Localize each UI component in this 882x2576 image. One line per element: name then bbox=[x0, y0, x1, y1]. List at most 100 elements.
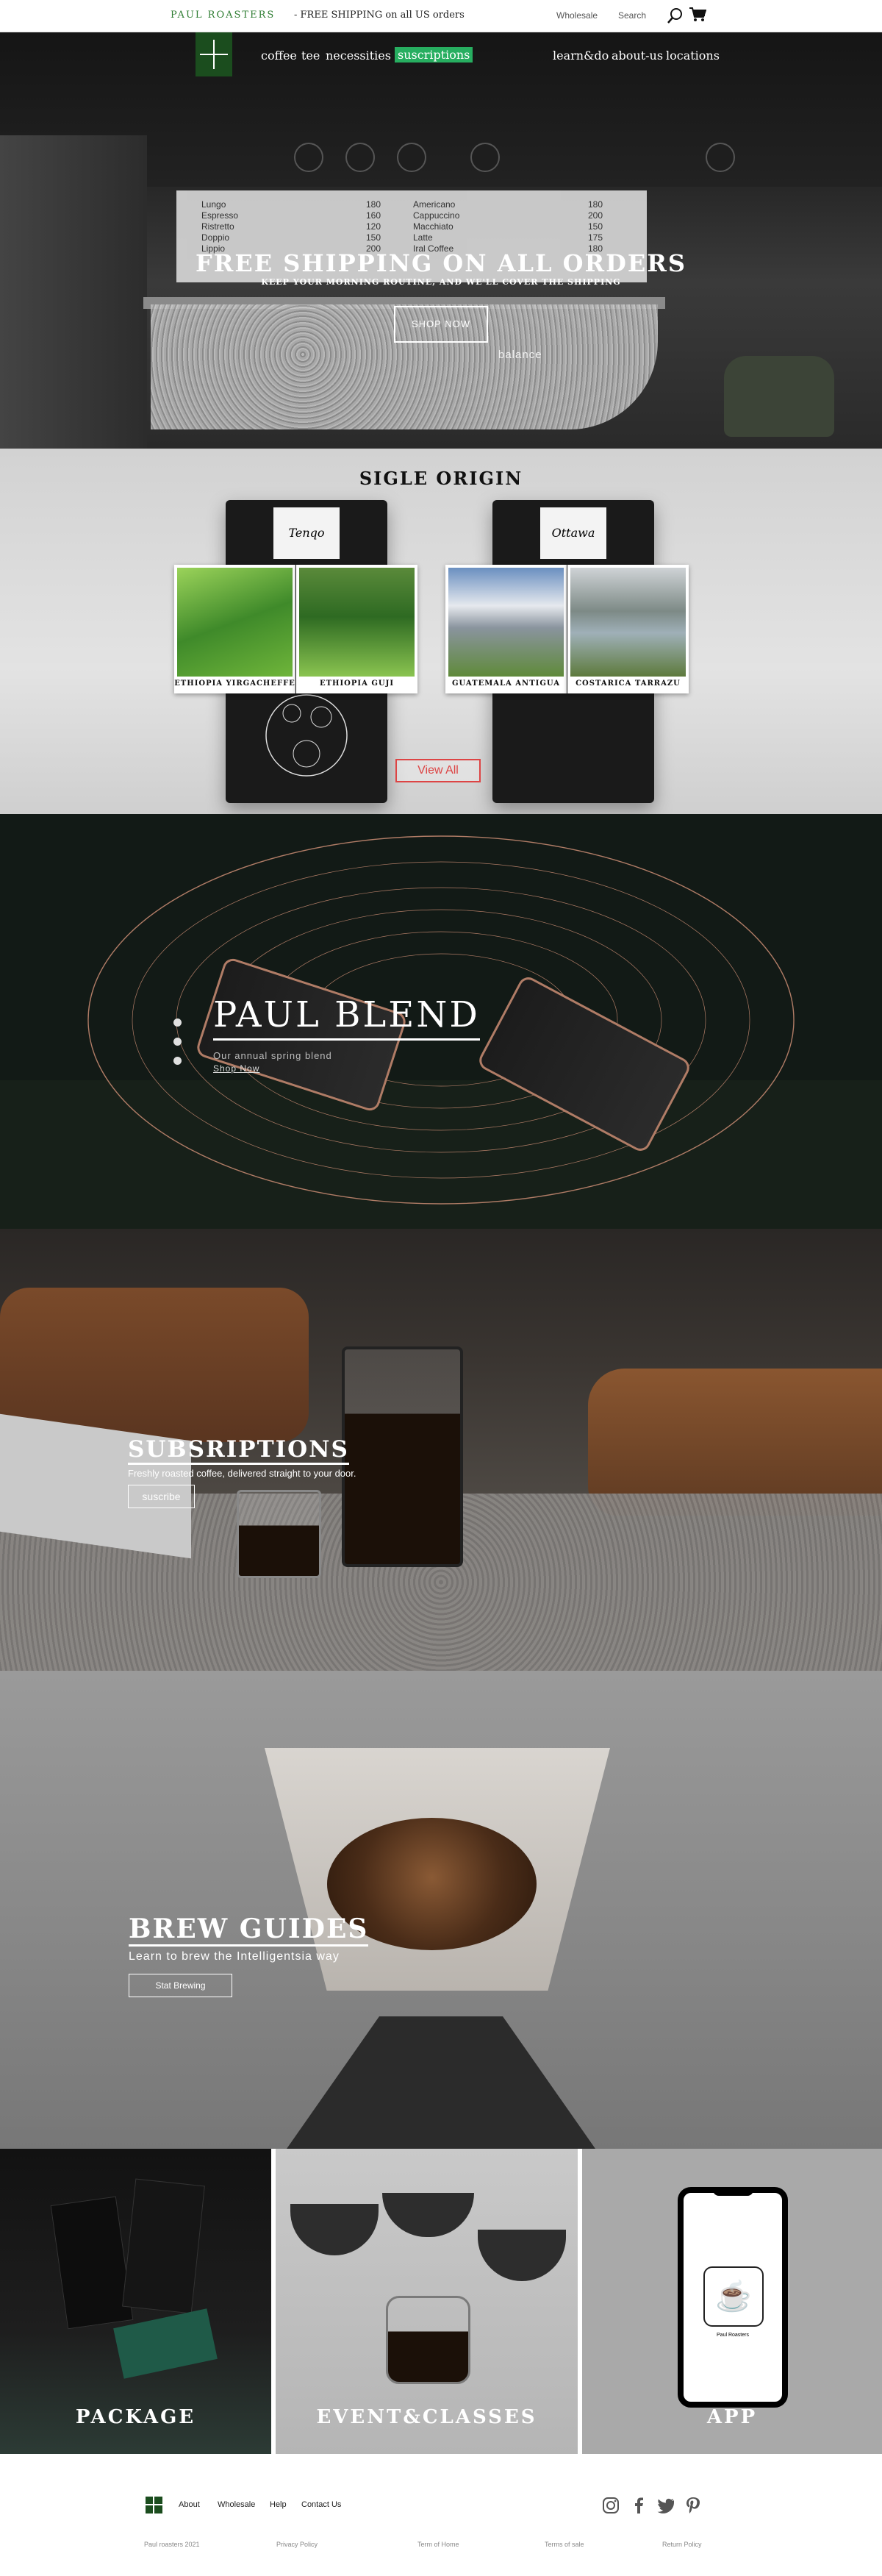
bag-illustration bbox=[265, 694, 348, 777]
origin-photo bbox=[570, 568, 686, 677]
nav-coffee[interactable]: coffee bbox=[261, 49, 297, 63]
nav-about-us[interactable]: about-us bbox=[612, 49, 663, 63]
promo-text: - FREE SHIPPING on all US orders bbox=[294, 10, 465, 21]
dripper-stand bbox=[287, 2016, 595, 2149]
pendant-lamp bbox=[397, 143, 426, 172]
nav-subscriptions[interactable]: suscriptions bbox=[395, 47, 473, 63]
pinterest-icon[interactable] bbox=[684, 2496, 703, 2515]
origin-caption: ETHIOPIA GUJI bbox=[319, 679, 394, 688]
wholesale-link[interactable]: Wholesale bbox=[556, 10, 598, 21]
origin-photo bbox=[448, 568, 564, 677]
search-link[interactable]: Search bbox=[618, 10, 646, 21]
top-bar: PAUL ROASTERS - FREE SHIPPING on all US … bbox=[0, 0, 882, 32]
leather-chair bbox=[0, 1288, 309, 1442]
origin-caption: ETHIOPIA YIRGACHEFFE bbox=[174, 679, 295, 688]
footer-link-about[interactable]: About bbox=[179, 2500, 200, 2509]
app-tile[interactable]: ☕ Paul Roasters APP bbox=[582, 2149, 882, 2454]
origin-card[interactable]: GUATEMALA ANTIGUA bbox=[445, 565, 567, 693]
armchair bbox=[724, 356, 834, 437]
app-label: APP bbox=[706, 2406, 758, 2428]
feature-tiles: PACKAGE EVENT&CLASSES ☕ Paul Roasters AP… bbox=[0, 2149, 882, 2454]
shop-now-button[interactable]: SHOP NOW bbox=[394, 306, 488, 343]
footer-copyright: Paul roasters 2021 bbox=[144, 2541, 200, 2548]
pendant-lamp bbox=[294, 143, 323, 172]
events-label: EVENT&CLASSES bbox=[316, 2406, 537, 2428]
origin-card[interactable]: ETHIOPIA YIRGACHEFFE bbox=[174, 565, 295, 693]
pendant-lamp bbox=[345, 143, 375, 172]
origin-caption: GUATEMALA ANTIGUA bbox=[451, 679, 561, 688]
subscriptions-section: SUBSRIPTIONS Freshly roasted coffee, del… bbox=[0, 1229, 882, 1671]
facebook-icon[interactable] bbox=[629, 2496, 648, 2515]
brand-name[interactable]: PAUL ROASTERS bbox=[171, 10, 275, 21]
brew-title: BREW GUIDES bbox=[129, 1913, 369, 1947]
counter-sign: balance bbox=[498, 349, 542, 361]
footer-link-wholesale[interactable]: Wholesale bbox=[218, 2500, 255, 2509]
blend-shop-link[interactable]: Shop Now bbox=[213, 1063, 259, 1074]
phone-notch bbox=[713, 2187, 753, 2196]
package-label: PACKAGE bbox=[75, 2406, 196, 2428]
origin-caption: COSTARICA TARRAZU bbox=[576, 679, 681, 688]
origin-photo bbox=[177, 568, 293, 677]
footer-link-help[interactable]: Help bbox=[270, 2500, 287, 2509]
nav-learn-do[interactable]: learn&do bbox=[553, 49, 609, 63]
blend-title: PAUL BLEND bbox=[213, 994, 480, 1041]
brew-guides-section: BREW GUIDES Learn to brew the Intelligen… bbox=[0, 1671, 882, 2149]
twitter-icon[interactable] bbox=[656, 2496, 675, 2515]
pendant-lamp bbox=[470, 143, 500, 172]
nav-tee[interactable]: tee bbox=[301, 49, 320, 63]
search-icon[interactable] bbox=[667, 7, 684, 24]
bag-label: Ottawa bbox=[540, 507, 606, 559]
package-bag bbox=[122, 2178, 205, 2314]
bag-label: Tenqo bbox=[273, 507, 340, 559]
carousel-dot[interactable] bbox=[173, 1038, 182, 1046]
subscriptions-subtitle: Freshly roasted coffee, delivered straig… bbox=[128, 1468, 356, 1479]
blend-subtitle: Our annual spring blend bbox=[213, 1050, 332, 1061]
subscriptions-title: SUBSRIPTIONS bbox=[128, 1436, 349, 1465]
events-tile[interactable]: EVENT&CLASSES bbox=[276, 2149, 578, 2454]
subscribe-button[interactable]: suscribe bbox=[128, 1485, 195, 1508]
hero-section: Lungo Espresso Ristretto Doppio Lippio 180 16… bbox=[0, 32, 882, 449]
origin-photo bbox=[299, 568, 415, 677]
carousel-dot[interactable] bbox=[173, 1057, 182, 1065]
nav-locations[interactable]: locations bbox=[666, 49, 720, 63]
phone-mockup: ☕ Paul Roasters bbox=[678, 2187, 788, 2408]
nav-necessities[interactable]: necessities bbox=[326, 49, 391, 63]
menu-col-right-prices: 180 200 150 175 180 bbox=[588, 199, 603, 254]
hero-title: FREE SHIPPING ON ALL ORDERS bbox=[196, 249, 686, 277]
footer-privacy-link[interactable]: Privacy Policy bbox=[276, 2541, 318, 2548]
pendant-lamp bbox=[706, 143, 735, 172]
package-tile[interactable]: PACKAGE bbox=[0, 2149, 271, 2454]
cart-icon[interactable] bbox=[689, 7, 706, 23]
paul-blend-section: PAUL BLEND Our annual spring blend Shop … bbox=[0, 814, 882, 1229]
footer: About Wholesale Help Contact Us Paul roa… bbox=[0, 2454, 882, 2576]
dripper-cone bbox=[382, 2193, 474, 2237]
coffee-carafe bbox=[386, 2296, 470, 2384]
coffee-glass bbox=[237, 1490, 321, 1578]
logo-icon[interactable] bbox=[196, 32, 232, 76]
instagram-icon[interactable] bbox=[601, 2496, 620, 2515]
brew-subtitle: Learn to brew the Intelligentsia way bbox=[129, 1950, 340, 1963]
footer-terms-home-link[interactable]: Term of Home bbox=[417, 2541, 459, 2548]
view-all-button[interactable]: View All bbox=[395, 759, 481, 782]
footer-logo-icon[interactable] bbox=[146, 2497, 162, 2513]
footer-return-link[interactable]: Return Policy bbox=[662, 2541, 702, 2548]
coffee-cup-icon: ☕ bbox=[703, 2266, 764, 2327]
app-name: Paul Roasters bbox=[717, 2333, 749, 2338]
french-press bbox=[342, 1346, 463, 1567]
hero-subtitle: KEEP YOUR MORNING ROUTINE, AND WE'LL COV… bbox=[261, 277, 621, 287]
carousel-dot[interactable] bbox=[173, 1018, 182, 1027]
origin-card[interactable]: ETHIOPIA GUJI bbox=[296, 565, 417, 693]
menu-col-left-prices: 180 160 120 150 200 bbox=[366, 199, 381, 254]
footer-link-contact[interactable]: Contact Us bbox=[301, 2500, 341, 2509]
package-bag bbox=[50, 2196, 134, 2330]
origin-card[interactable]: COSTARICA TARRAZU bbox=[567, 565, 689, 693]
menu-col-left: Lungo Espresso Ristretto Doppio Lippio bbox=[201, 199, 239, 254]
single-origin-section: SIGLE ORIGIN Tenqo Ottawa ETHIOPIA YIRGA… bbox=[0, 449, 882, 814]
start-brewing-button[interactable]: Stat Brewing bbox=[129, 1974, 232, 1997]
hero-window bbox=[0, 135, 147, 449]
dripper-cone bbox=[478, 2230, 566, 2281]
single-origin-heading: SIGLE ORIGIN bbox=[359, 468, 523, 489]
menu-col-right: Americano Cappuccino Macchiato Latte Iral Co… bbox=[413, 199, 460, 254]
dripper-cone bbox=[290, 2204, 379, 2255]
footer-terms-sale-link[interactable]: Terms of sale bbox=[545, 2541, 584, 2548]
